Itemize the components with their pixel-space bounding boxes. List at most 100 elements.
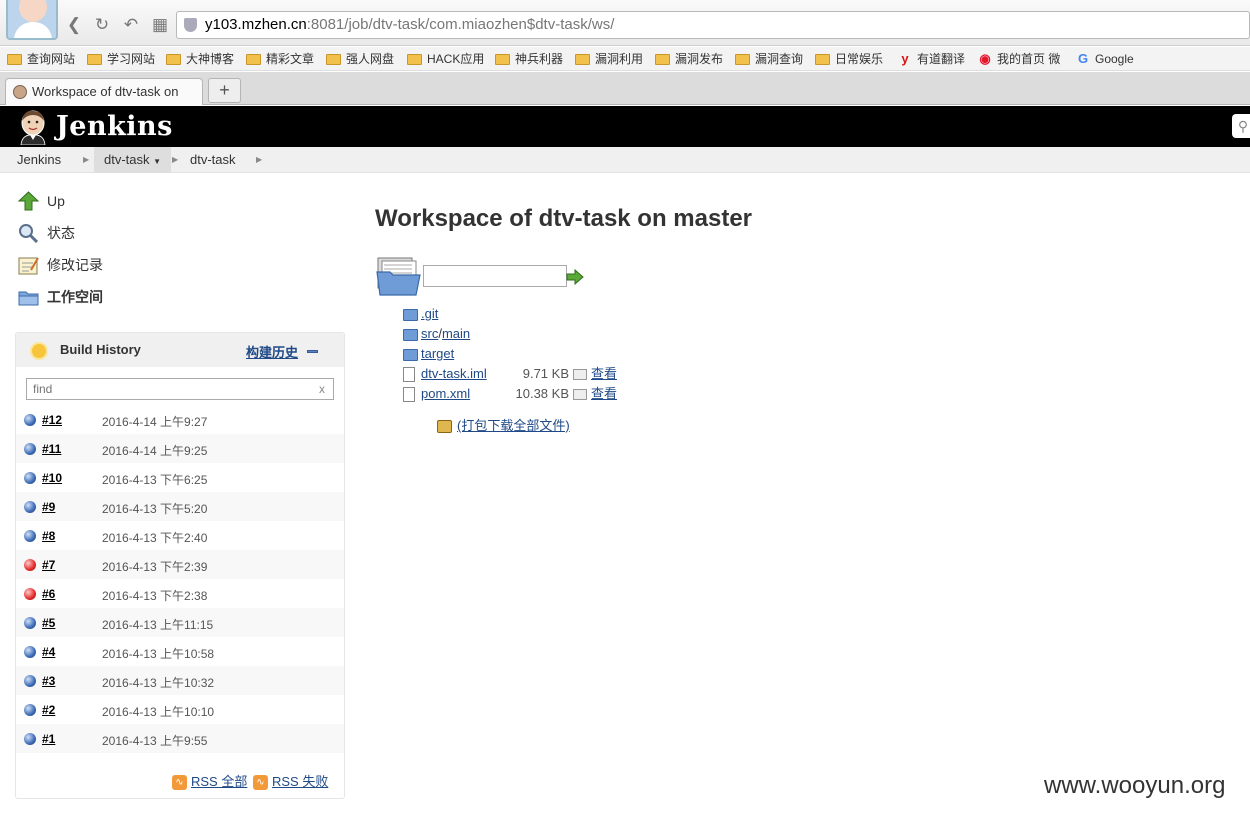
bookmarks-bar: 查询网站 学习网站 大神博客 精彩文章 强人网盘 HACK应用 神兵利器 漏洞利… [0,47,1250,71]
user-avatar[interactable] [6,0,58,40]
folder-icon [403,329,418,341]
build-number-link[interactable]: #12 [42,413,62,427]
build-row: #7 2016-4-13 下午2:39 [16,550,344,579]
build-number-link[interactable]: #8 [42,529,55,543]
chevron-right-icon: ▶ [172,155,179,164]
status-success-icon[interactable] [24,530,36,542]
task-changes[interactable]: 修改记录 [18,254,103,276]
jenkins-logo-text[interactable]: Jenkins [56,109,173,145]
tab-strip: Workspace of dtv-task on + [0,72,1250,105]
view-file-icon[interactable] [573,389,587,400]
build-row: #6 2016-4-13 下午2:38 [16,579,344,608]
status-success-icon[interactable] [24,501,36,513]
status-success-icon[interactable] [24,675,36,687]
bookmark-folder[interactable]: HACK应用 [407,51,484,67]
build-number-link[interactable]: #2 [42,703,55,717]
build-number-link[interactable]: #4 [42,645,55,659]
build-row: #4 2016-4-13 上午10:58 [16,637,344,666]
bookmark-folder[interactable]: 强人网盘 [326,51,394,67]
bookmark-weibo[interactable]: ◉ 我的首页 微 [977,51,1060,67]
breadcrumb-jenkins[interactable]: Jenkins [17,147,61,173]
bookmark-google[interactable]: G Google [1075,51,1134,67]
build-number-link[interactable]: #5 [42,616,55,630]
folder-link-main[interactable]: main [442,326,470,341]
build-number-link[interactable]: #3 [42,674,55,688]
view-file-link[interactable]: 查看 [591,385,617,403]
build-number-link[interactable]: #9 [42,500,55,514]
file-row: pom.xml 10.38 KB 查看 [403,385,623,403]
bookmark-youdao[interactable]: y 有道翻译 [897,51,965,67]
bookmark-folder[interactable]: 漏洞利用 [575,51,643,67]
file-size: 9.71 KB [522,366,569,381]
bookmark-folder[interactable]: 日常娱乐 [815,51,883,67]
url-host: y103.mzhen.cn [205,16,307,33]
bookmark-folder[interactable]: 漏洞查询 [735,51,803,67]
build-number-link[interactable]: #10 [42,471,62,485]
undo-icon[interactable]: ↶ [120,14,142,36]
folder-icon [326,54,341,65]
rss-failed-link[interactable]: ∿ RSS 失败 [253,773,328,791]
tab-workspace[interactable]: Workspace of dtv-task on [5,78,203,105]
back-icon[interactable]: ❮ [63,14,85,36]
view-file-icon[interactable] [573,369,587,380]
task-up[interactable]: Up [18,190,65,212]
folder-link-src[interactable]: src [421,326,438,341]
build-filter-input[interactable] [26,378,334,400]
archive-icon [437,420,452,433]
collapse-icon[interactable] [307,350,318,353]
status-success-icon[interactable] [24,414,36,426]
breadcrumb-dtv-task-job[interactable]: dtv-task ▼ [94,147,172,173]
chevron-down-icon[interactable]: ▼ [153,157,161,166]
folder-icon [403,309,418,321]
status-success-icon[interactable] [24,617,36,629]
status-success-icon[interactable] [24,733,36,745]
status-success-icon[interactable] [24,704,36,716]
status-success-icon[interactable] [24,646,36,658]
build-number-link[interactable]: #7 [42,558,55,572]
status-success-icon[interactable] [24,472,36,484]
bookmark-folder[interactable]: 学习网站 [87,51,155,67]
file-icon [403,367,415,382]
clear-filter-icon[interactable]: x [319,382,325,396]
bookmark-folder[interactable]: 漏洞发布 [655,51,723,67]
status-failed-icon[interactable] [24,588,36,600]
bookmark-folder[interactable]: 查询网站 [7,51,75,67]
build-row: #8 2016-4-13 下午2:40 [16,521,344,550]
folder-link[interactable]: target [421,345,454,363]
folder-icon [403,349,418,361]
folder-icon [87,54,102,65]
download-zip-link[interactable]: (打包下载全部文件) [437,417,570,435]
breadcrumb-dtv-task-module[interactable]: dtv-task [190,147,236,173]
folder-icon [166,54,181,65]
build-date: 2016-4-13 下午5:20 [102,502,208,516]
build-number-link[interactable]: #1 [42,732,55,746]
view-file-link[interactable]: 查看 [591,365,617,383]
folder-icon [495,54,510,65]
apps-grid-icon[interactable]: ▦ [149,14,171,36]
notepad-icon [18,257,39,275]
build-trend-link[interactable]: 构建历史 [246,342,298,361]
file-link[interactable]: pom.xml [421,385,470,403]
new-tab-button[interactable]: + [208,78,241,103]
build-number-link[interactable]: #6 [42,587,55,601]
folder-link[interactable]: .git [421,305,438,323]
search-icon[interactable]: ⚲ [1232,114,1250,138]
status-success-icon[interactable] [24,443,36,455]
path-input[interactable] [423,265,567,287]
file-link[interactable]: dtv-task.iml [421,365,487,383]
go-arrow-icon[interactable] [566,269,584,285]
bookmark-folder[interactable]: 神兵利器 [495,51,563,67]
rss-all-link[interactable]: ∿ RSS 全部 [172,773,247,791]
up-arrow-icon [18,191,39,211]
reload-icon[interactable]: ↻ [91,14,113,36]
build-number-link[interactable]: #11 [42,442,61,456]
bookmark-folder[interactable]: 精彩文章 [246,51,314,67]
address-bar[interactable]: y103.mzhen.cn:8081/job/dtv-task/com.miao… [176,11,1250,39]
jenkins-butler-icon[interactable] [16,109,50,145]
bookmark-folder[interactable]: 大神博客 [166,51,234,67]
task-workspace[interactable]: 工作空间 [18,286,103,308]
folder-icon [407,54,422,65]
task-status[interactable]: 状态 [18,222,75,244]
build-date: 2016-4-13 上午10:10 [102,705,215,719]
status-failed-icon[interactable] [24,559,36,571]
